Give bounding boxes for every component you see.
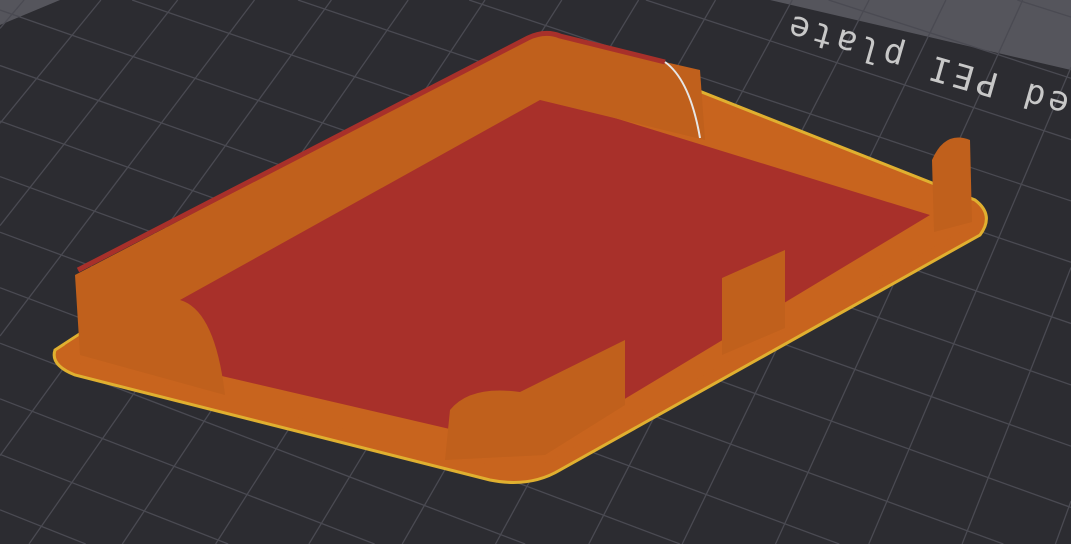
printed-model	[52, 30, 988, 484]
grid-line	[0, 509, 86, 544]
grid-line	[1054, 500, 1071, 544]
grid-line	[868, 67, 1071, 544]
grid-line	[0, 0, 179, 227]
scene: ed PEI plate	[0, 0, 1071, 544]
3d-preview-viewport[interactable]: ed PEI plate	[0, 0, 1071, 544]
right-clip	[932, 137, 972, 232]
grid-line	[961, 267, 1071, 544]
grid-line	[0, 453, 229, 544]
